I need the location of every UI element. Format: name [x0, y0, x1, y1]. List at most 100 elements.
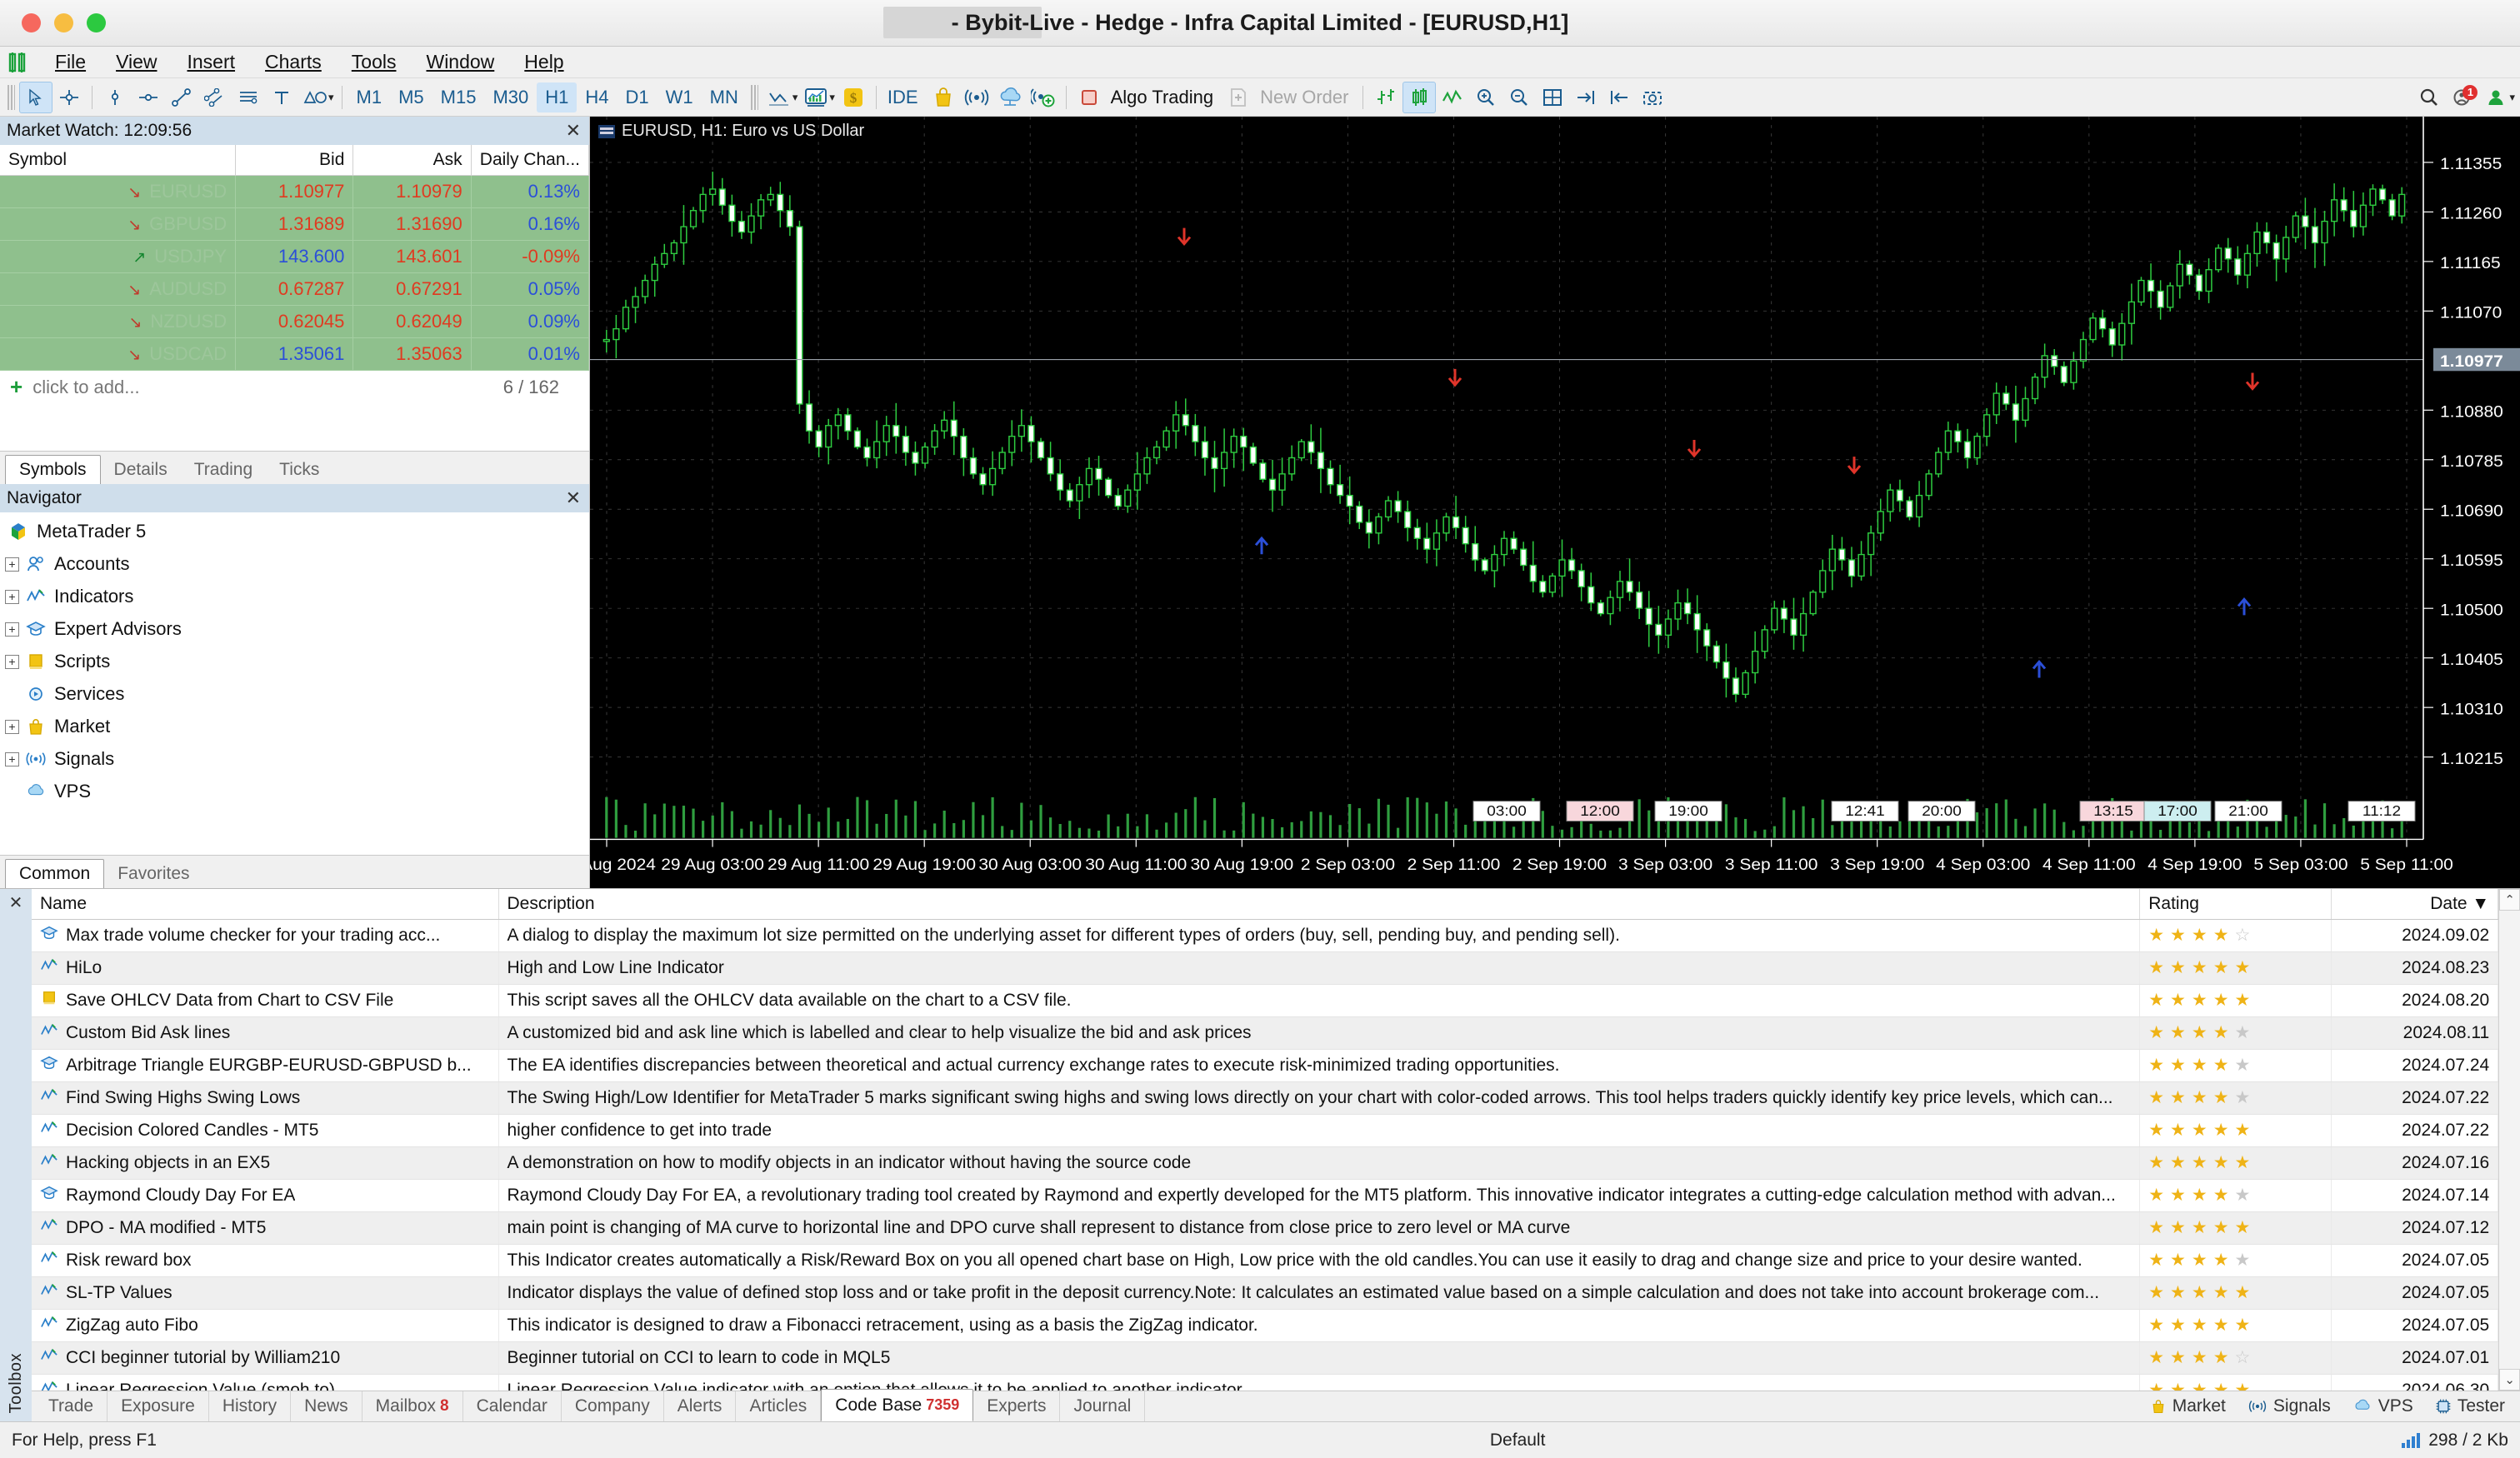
table-row[interactable]: Hacking objects in an EX5 A demonstration…	[32, 1146, 2499, 1180]
tab-favorites[interactable]: Favorites	[104, 860, 202, 888]
link-tester[interactable]: Tester	[2435, 1396, 2505, 1416]
toolbox-tab-news[interactable]: News	[291, 1391, 362, 1421]
timeframe-m1-button[interactable]: M1	[348, 82, 391, 112]
mw-col-symbol[interactable]: Symbol	[0, 145, 237, 176]
toolbox-close-icon[interactable]: ✕	[9, 892, 23, 913]
cb-col-rating[interactable]: Rating	[2139, 889, 2332, 920]
tab-symbols[interactable]: Symbols	[5, 454, 101, 484]
horizontal-line-tool-button[interactable]	[132, 82, 165, 113]
window-controls[interactable]	[0, 13, 106, 32]
table-row[interactable]: Linear Regression Value (smoh.to) Linear …	[32, 1374, 2499, 1391]
toolbox-tab-experts[interactable]: Experts	[973, 1391, 1061, 1421]
toolbox-tab-exposure[interactable]: Exposure	[108, 1391, 209, 1421]
chart-type-dropdown-icon[interactable]: ▾	[792, 91, 798, 104]
expand-icon[interactable]: +	[5, 719, 19, 734]
market-watch-close-icon[interactable]: ✕	[566, 120, 581, 142]
algo-trading-icon[interactable]	[1072, 82, 1106, 113]
market-watch-add-row[interactable]: + click to add... 6 / 162	[0, 370, 589, 404]
market-watch-row[interactable]: ↘ USDCAD 1.35061 1.35063 0.01%	[0, 337, 590, 371]
cb-col-name[interactable]: Name	[32, 889, 499, 920]
search-icon[interactable]	[2412, 82, 2446, 113]
chart-shift-icon[interactable]	[1602, 82, 1636, 113]
toolbox-tab-history[interactable]: History	[209, 1391, 292, 1421]
navigator-root-item[interactable]: MetaTrader 5	[0, 516, 589, 548]
shapes-dropdown-icon[interactable]: ▾	[328, 91, 334, 104]
algo-trading-button[interactable]: Algo Trading	[1111, 87, 1214, 108]
navigator-item-indicators[interactable]: + Indicators	[0, 581, 589, 613]
menu-item-insert[interactable]: Insert	[172, 49, 251, 75]
navigator-item-expert-advisors[interactable]: + Expert Advisors	[0, 613, 589, 646]
chart-canvas[interactable]: 1.11355 1.11260 1.11165 1.11070 1.10880 1.107…	[590, 117, 2520, 888]
toolbox-tab-code-base[interactable]: Code Base 7359	[821, 1389, 974, 1421]
link-market[interactable]: Market	[2150, 1396, 2226, 1416]
table-row[interactable]: Custom Bid Ask lines A customized bid and…	[32, 1016, 2499, 1050]
expand-icon[interactable]: +	[5, 751, 19, 766]
timeframe-w1-button[interactable]: W1	[658, 82, 702, 112]
table-row[interactable]: CCI beginner tutorial by William210 Begin…	[32, 1341, 2499, 1375]
toolbox-tab-articles[interactable]: Articles	[736, 1391, 822, 1421]
mw-col-change[interactable]: Daily Chan...	[471, 145, 590, 176]
expand-icon[interactable]: +	[5, 557, 19, 572]
cb-col-date[interactable]: Date ▼	[2331, 889, 2499, 920]
navigator-item-market[interactable]: + Market	[0, 711, 589, 743]
zoom-in-icon[interactable]	[1469, 82, 1502, 113]
indicators-icon[interactable]	[799, 82, 832, 113]
timeframe-h1-button[interactable]: H1	[537, 82, 578, 112]
vps-add-icon[interactable]	[1027, 82, 1060, 113]
code-base-scrollbar[interactable]: ⌃ ⌄	[2498, 889, 2520, 1391]
table-row[interactable]: Save OHLCV Data from Chart to CSV File Th…	[32, 984, 2499, 1017]
menu-item-view[interactable]: View	[101, 49, 172, 75]
market-watch-row[interactable]: ↘ NZDUSD 0.62045 0.62049 0.09%	[0, 305, 590, 338]
line-chart-icon[interactable]	[762, 82, 796, 113]
bar-chart-icon[interactable]	[1369, 82, 1402, 113]
toolbox-tab-journal[interactable]: Journal	[1060, 1391, 1146, 1421]
toolbox-tab-calendar[interactable]: Calendar	[463, 1391, 562, 1421]
timeframe-m15-button[interactable]: M15	[432, 82, 485, 112]
notifications-icon[interactable]: 1	[2446, 82, 2479, 113]
expand-icon[interactable]: +	[5, 589, 19, 604]
vertical-line-tool-button[interactable]	[98, 82, 132, 113]
market-watch-row[interactable]: ↘ GBPUSD 1.31689 1.31690 0.16%	[0, 207, 590, 241]
market-watch-row[interactable]: ↗ USDJPY 143.600 143.601 -0.09%	[0, 240, 590, 273]
timeframe-d1-button[interactable]: D1	[618, 82, 658, 112]
signals-broadcast-icon[interactable]	[960, 82, 993, 113]
cloud-icon[interactable]	[993, 82, 1027, 113]
auto-scroll-icon[interactable]	[1569, 82, 1602, 113]
price-chart[interactable]: EURUSD, H1: Euro vs US Dollar 1.11355 1.1…	[590, 117, 2520, 888]
market-bag-icon[interactable]	[927, 82, 960, 113]
link-signals[interactable]: Signals	[2248, 1396, 2331, 1416]
table-row[interactable]: ZigZag auto Fibo This indicator is design…	[32, 1309, 2499, 1342]
dollar-icon[interactable]: $	[837, 82, 870, 113]
ide-button[interactable]: IDE	[888, 87, 918, 108]
shapes-tool-button[interactable]	[298, 82, 332, 113]
indicators-dropdown-icon[interactable]: ▾	[829, 91, 835, 104]
mw-col-bid[interactable]: Bid	[235, 145, 354, 176]
grid-icon[interactable]	[1536, 82, 1569, 113]
navigator-item-vps[interactable]: VPS	[0, 776, 589, 808]
tab-trading[interactable]: Trading	[181, 456, 266, 484]
navigator-close-icon[interactable]: ✕	[566, 487, 581, 509]
menu-item-charts[interactable]: Charts	[250, 49, 337, 75]
parallel-channel-tool-button[interactable]	[198, 82, 232, 113]
market-watch-row[interactable]: ↘ EURUSD 1.10977 1.10979 0.13%	[0, 175, 590, 208]
maximize-window-button[interactable]	[87, 13, 106, 32]
scroll-down-button[interactable]: ⌄	[2499, 1369, 2520, 1391]
navigator-item-services[interactable]: Services	[0, 678, 589, 711]
cursor-tool-button[interactable]	[19, 81, 52, 113]
expand-icon[interactable]: +	[5, 622, 19, 637]
table-row[interactable]: Raymond Cloudy Day For EA Raymond Cloudy …	[32, 1179, 2499, 1212]
timeframe-h4-button[interactable]: H4	[577, 82, 617, 112]
table-row[interactable]: DPO - MA modified - MT5 main point is cha…	[32, 1211, 2499, 1245]
toolbox-tab-company[interactable]: Company	[562, 1391, 664, 1421]
menu-item-help[interactable]: Help	[509, 49, 578, 75]
menu-item-file[interactable]: File	[40, 49, 101, 75]
tab-common[interactable]: Common	[5, 859, 105, 888]
timeframe-m30-button[interactable]: M30	[484, 82, 537, 112]
tab-ticks[interactable]: Ticks	[266, 456, 332, 484]
trendline-tool-button[interactable]	[165, 82, 198, 113]
candlestick-chart-icon[interactable]	[1402, 81, 1437, 113]
menu-item-window[interactable]: Window	[411, 49, 509, 75]
navigator-item-accounts[interactable]: + Accounts	[0, 548, 589, 581]
zoom-out-icon[interactable]	[1502, 82, 1536, 113]
profile-dropdown-icon[interactable]: ▾	[2509, 91, 2515, 104]
